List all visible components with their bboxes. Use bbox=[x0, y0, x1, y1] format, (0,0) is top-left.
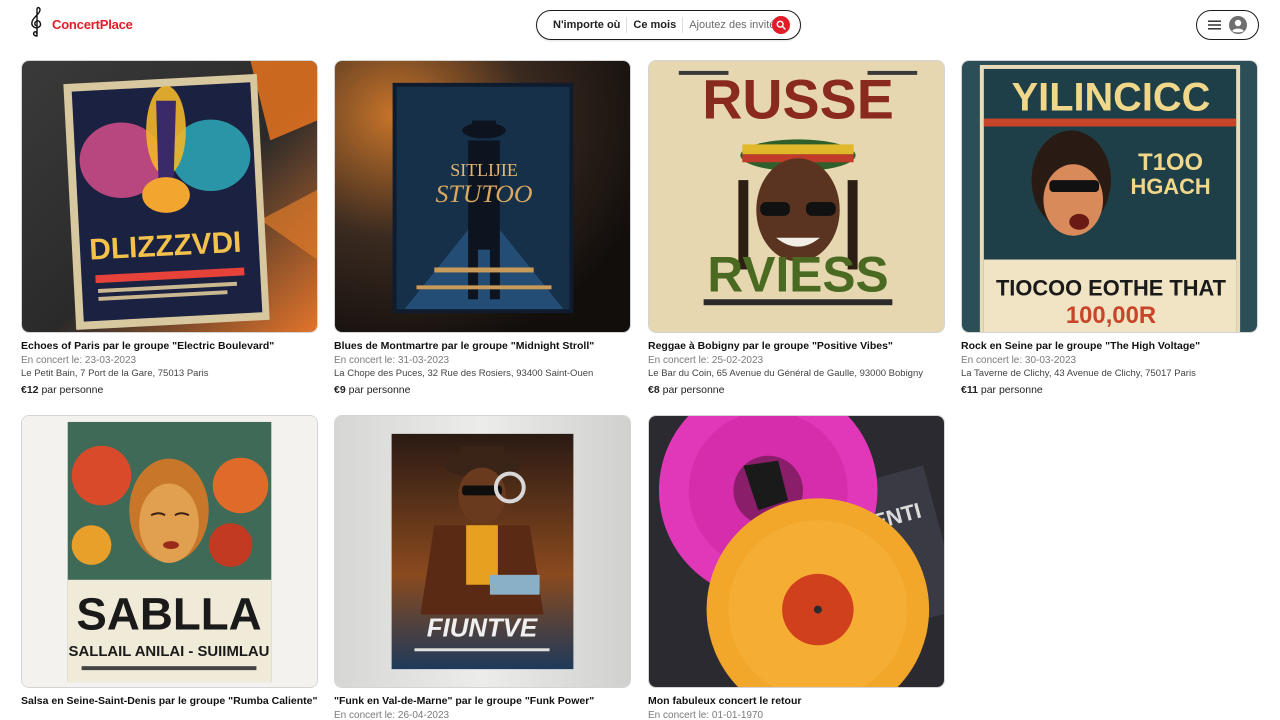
concert-price: €8 par personne bbox=[648, 384, 945, 397]
concert-date: En concert le: 26-04-2023 bbox=[334, 710, 450, 720]
concert-address: Le Petit Bain, 7 Port de la Gare, 75013 … bbox=[21, 368, 209, 379]
concert-title[interactable]: "Funk en Val-de-Marne" par le groupe "Fu… bbox=[334, 695, 631, 708]
concert-poster-image[interactable]: FIUNTVE bbox=[334, 415, 631, 688]
search-bar[interactable]: N'importe où Ce mois Ajoutez des invités bbox=[536, 10, 801, 40]
concert-date: En concert le: 31-03-2023 bbox=[334, 355, 450, 366]
concert-poster-image[interactable]: RUSSE RVIESS bbox=[648, 60, 945, 333]
poster-title: RUSSE bbox=[702, 69, 894, 131]
concert-title[interactable]: Echoes of Paris par le groupe "Electric … bbox=[21, 340, 318, 353]
concert-address: La Chope des Puces, 32 Rue des Rosiers, … bbox=[334, 368, 594, 379]
concert-price: €11 par personne bbox=[961, 384, 1258, 397]
concert-price: €9 par personne bbox=[334, 384, 631, 397]
user-menu-button[interactable] bbox=[1196, 10, 1259, 40]
poster-title: SITLIJIE bbox=[450, 160, 518, 180]
concert-title[interactable]: Rock en Seine par le groupe "The High Vo… bbox=[961, 340, 1258, 353]
concert-title[interactable]: Reggae à Bobigny par le groupe "Positive… bbox=[648, 340, 945, 353]
user-avatar-icon bbox=[1229, 16, 1247, 34]
brand-logo-link[interactable]: ConcertPlace bbox=[28, 6, 133, 43]
treble-clef-icon bbox=[28, 6, 46, 43]
concert-card[interactable]: RUSSE RVIESS Reggae à Bobigny par le gro… bbox=[648, 60, 945, 397]
svg-text:100,00R: 100,00R bbox=[1066, 302, 1156, 329]
concert-card[interactable]: SABLLA SALLAIL ANILAI - SUIIMLAU Salsa e… bbox=[21, 415, 318, 708]
svg-text:SALLAIL ANILAI - SUIIMLAU: SALLAIL ANILAI - SUIIMLAU bbox=[69, 644, 270, 660]
svg-text:HGACH: HGACH bbox=[1131, 174, 1211, 199]
price-value: €8 bbox=[648, 384, 660, 396]
poster-title: SABLLA bbox=[76, 588, 261, 639]
concert-card[interactable]: FIUNTVE "Funk en Val-de-Marne" par le gr… bbox=[334, 415, 631, 720]
concert-poster-image[interactable]: SITLIJIE STUTOO bbox=[334, 60, 631, 333]
svg-text:STUTOO: STUTOO bbox=[435, 179, 532, 208]
svg-text:TIOCOO EOTHE THAT: TIOCOO EOTHE THAT bbox=[996, 275, 1227, 300]
price-value: €9 bbox=[334, 384, 346, 396]
search-button[interactable] bbox=[772, 16, 790, 34]
poster-title: YILINCICC bbox=[1012, 76, 1211, 120]
concert-card[interactable]: SITLIJIE STUTOO Blues de Montmartre par … bbox=[334, 60, 631, 397]
price-suffix: par personne bbox=[41, 384, 104, 396]
search-when[interactable]: Ce mois bbox=[627, 19, 682, 31]
search-where[interactable]: N'importe où bbox=[547, 19, 626, 31]
concert-card[interactable]: ENTI Mon fabuleux concert le retour En c… bbox=[648, 415, 945, 720]
price-suffix: par personne bbox=[348, 384, 411, 396]
concert-date: En concert le: 25-02-2023 bbox=[648, 355, 764, 366]
price-value: €11 bbox=[961, 384, 978, 396]
concert-card[interactable]: DLIZZZVDI Echoes of Paris par le groupe … bbox=[21, 60, 318, 397]
price-value: €12 bbox=[21, 384, 39, 396]
price-suffix: par personne bbox=[662, 384, 725, 396]
concert-price: €12 par personne bbox=[21, 384, 318, 397]
concert-poster-image[interactable]: SABLLA SALLAIL ANILAI - SUIIMLAU bbox=[21, 415, 318, 688]
hamburger-icon bbox=[1208, 20, 1221, 30]
concert-date: En concert le: 23-03-2023 bbox=[21, 355, 137, 366]
concert-title[interactable]: Salsa en Seine-Saint-Denis par le groupe… bbox=[21, 695, 318, 708]
concert-address: La Taverne de Clichy, 43 Avenue de Clich… bbox=[961, 368, 1196, 379]
concert-card[interactable]: YILINCICC T1OO HGACH TIOCOO EOTHE THAT 1… bbox=[961, 60, 1258, 397]
concert-date: En concert le: 30-03-2023 bbox=[961, 355, 1077, 366]
concert-address: Le Bar du Coin, 65 Avenue du Général de … bbox=[648, 368, 923, 379]
brand-name: ConcertPlace bbox=[52, 16, 133, 32]
svg-text:RVIESS: RVIESS bbox=[707, 246, 888, 302]
concert-title[interactable]: Blues de Montmartre par le groupe "Midni… bbox=[334, 340, 631, 353]
svg-text:T1OO: T1OO bbox=[1138, 149, 1203, 176]
concert-poster-image[interactable]: ENTI bbox=[648, 415, 945, 688]
concert-date: En concert le: 01-01-1970 bbox=[648, 710, 764, 720]
poster-title: FIUNTVE bbox=[427, 614, 538, 642]
search-icon bbox=[776, 20, 786, 30]
top-navbar: ConcertPlace N'importe où Ce mois Ajoute… bbox=[0, 0, 1280, 48]
concert-poster-image[interactable]: DLIZZZVDI bbox=[21, 60, 318, 333]
concert-poster-image[interactable]: YILINCICC T1OO HGACH TIOCOO EOTHE THAT 1… bbox=[961, 60, 1258, 333]
concert-title[interactable]: Mon fabuleux concert le retour bbox=[648, 695, 945, 708]
price-suffix: par personne bbox=[980, 384, 1043, 396]
